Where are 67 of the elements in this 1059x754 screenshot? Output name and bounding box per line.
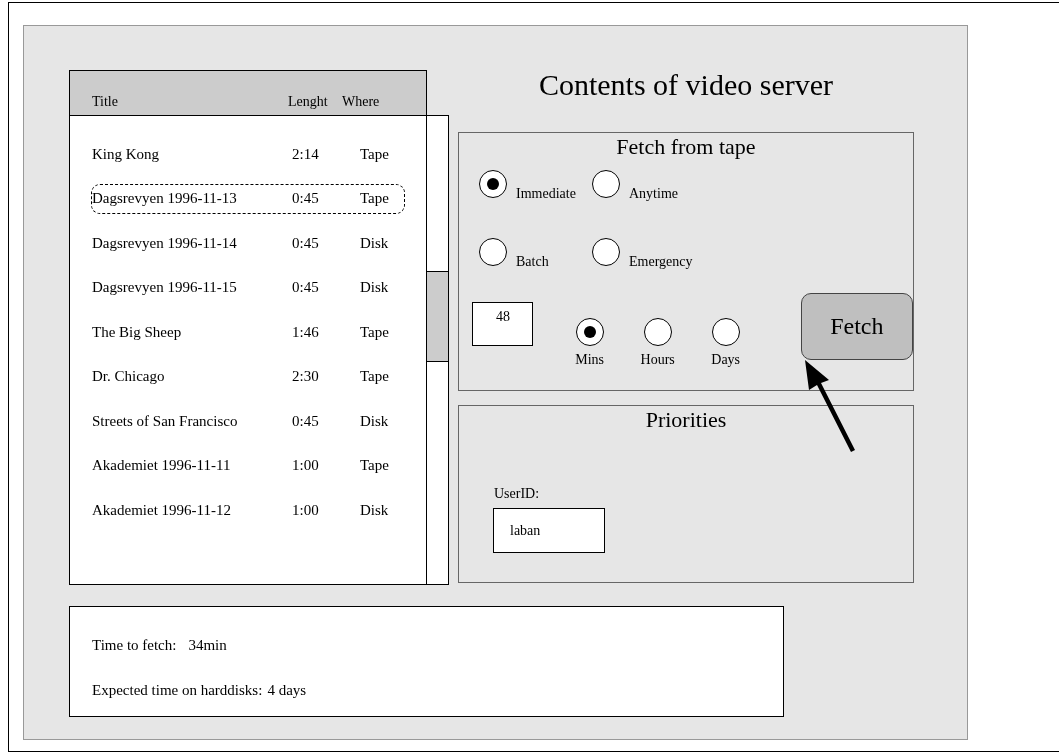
- radio-option[interactable]: Immediate: [479, 170, 592, 201]
- scrollbar[interactable]: [427, 115, 449, 585]
- panel-title: Fetch from tape: [615, 133, 757, 159]
- table-cell-text: 0:45: [292, 279, 320, 296]
- table-cell-text: Tape: [360, 368, 390, 385]
- table-cell-text: Tape: [360, 145, 390, 163]
- table-cell-text: Dagsrevyen 1996-11-15: [92, 279, 238, 296]
- table-cell-text: Dagsrevyen 1996-11-14: [92, 234, 238, 252]
- cursor-icon: [805, 360, 855, 452]
- table-cell-text: 0:45: [292, 234, 320, 252]
- table-row[interactable]: Dagsrevyen 1996-11-14 0:45 Disk: [91, 228, 405, 258]
- status-value: 4 days: [267, 682, 307, 700]
- radio-option[interactable]: Hours: [626, 318, 689, 367]
- table-cell-text: The Big Sheep: [92, 323, 183, 341]
- table-cell-text: 2:30: [292, 368, 320, 385]
- page-title: Contents of video server: [537, 70, 835, 103]
- table-cell-text: 1:00: [292, 501, 320, 519]
- table-row[interactable]: Akademiet 1996-11-12 1:00 Disk: [91, 495, 405, 525]
- radio-icon[interactable]: [575, 318, 604, 346]
- fetch-button[interactable]: Fetch: [800, 293, 913, 360]
- radio-option[interactable]: Batch: [479, 238, 592, 269]
- column-header: Lenght: [288, 95, 329, 109]
- amount-field[interactable]: 48: [472, 302, 533, 346]
- radio-icon[interactable]: [479, 170, 507, 198]
- table-cell-text: Disk: [360, 279, 390, 296]
- table-cell-text: Disk: [360, 412, 390, 430]
- radio-option[interactable]: Mins: [558, 318, 621, 367]
- table-row[interactable]: Streets of San Francisco 0:45 Disk: [91, 406, 405, 436]
- status-label: Time to fetch:: [92, 637, 177, 655]
- table-row[interactable]: King Kong 2:14 Tape: [91, 139, 405, 169]
- radio-icon[interactable]: [479, 238, 507, 266]
- radio-icon[interactable]: [592, 170, 620, 198]
- radio-icon[interactable]: [592, 238, 620, 266]
- radio-icon[interactable]: [711, 318, 740, 346]
- table-cell-text: 1:46: [292, 323, 320, 341]
- table-cell-text: Dagsrevyen 1996-11-13: [92, 190, 238, 207]
- table-cell-text: Akademiet 1996-11-11: [92, 457, 232, 474]
- table-row[interactable]: Dagsrevyen 1996-11-13 0:45 Tape: [91, 183, 405, 214]
- column-header: Title: [92, 95, 119, 109]
- table-cell-text: King Kong: [92, 145, 161, 163]
- table-row[interactable]: Akademiet 1996-11-11 1:00 Tape: [91, 450, 405, 481]
- field-label: UserID:: [494, 486, 541, 502]
- radio-option[interactable]: Emergency: [592, 238, 742, 269]
- table-row[interactable]: Dagsrevyen 1996-11-15 0:45 Disk: [91, 272, 405, 303]
- table-cell-text: Tape: [360, 190, 390, 207]
- radio-option[interactable]: Days: [694, 318, 757, 367]
- column-header: Where: [342, 95, 381, 109]
- table-cell-text: 0:45: [292, 190, 320, 207]
- panel-title: Priorities: [644, 406, 728, 432]
- table-row[interactable]: The Big Sheep 1:46 Tape: [91, 317, 405, 347]
- table-cell-text: Tape: [360, 323, 390, 341]
- user-id-field[interactable]: laban: [493, 508, 605, 553]
- table-cell-text: 0:45: [292, 412, 320, 430]
- table-cell-text: Disk: [360, 501, 390, 519]
- table-cell-text: Streets of San Francisco: [92, 412, 239, 430]
- status-label: Expected time on harddisks:: [92, 682, 263, 700]
- table-cell-text: Tape: [360, 457, 390, 474]
- table-cell-text: Disk: [360, 234, 390, 252]
- status-value: 34min: [188, 637, 227, 655]
- scrollbar-thumb[interactable]: [427, 271, 448, 362]
- radio-icon[interactable]: [643, 318, 672, 346]
- table-cell-text: Dr. Chicago: [92, 368, 166, 385]
- table-cell-text: 1:00: [292, 457, 320, 474]
- table-row[interactable]: Dr. Chicago 2:30 Tape: [91, 361, 405, 392]
- radio-option[interactable]: Anytime: [592, 170, 742, 201]
- table-cell-text: Akademiet 1996-11-12: [92, 501, 232, 519]
- table-cell-text: 2:14: [292, 145, 320, 163]
